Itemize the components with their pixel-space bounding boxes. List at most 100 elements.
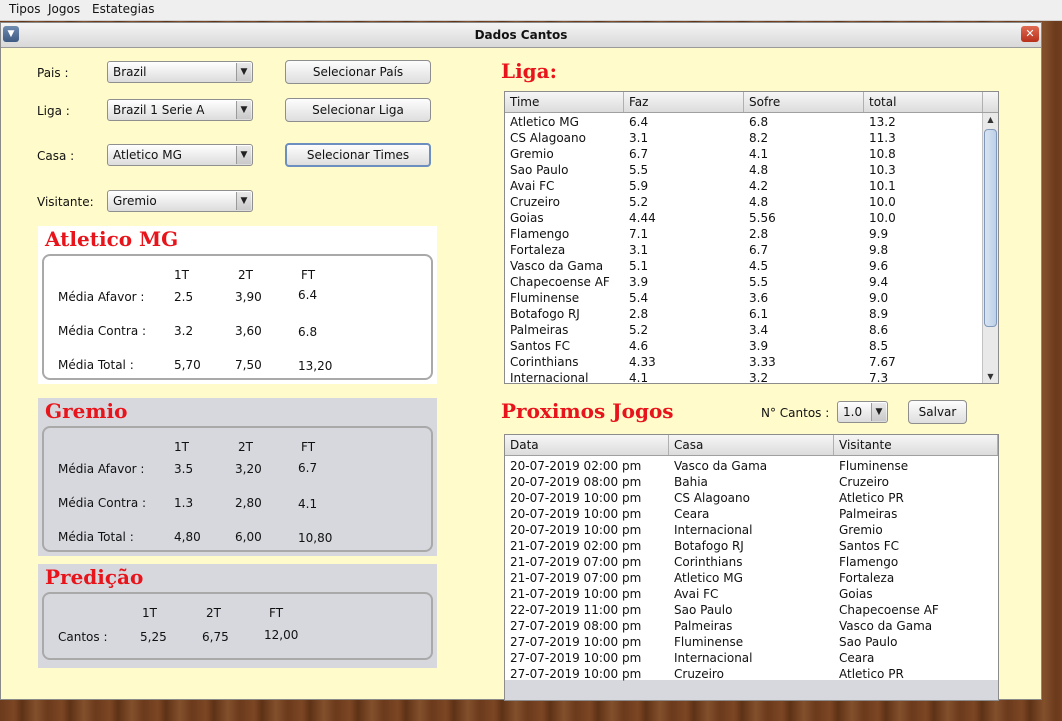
table-cell: 5.2 [629,323,649,337]
away-total-ft: 10,80 [298,531,333,545]
col-data[interactable]: Data [505,435,669,455]
table-row[interactable]: Sao Paulo 5.5 4.8 10.3 [505,162,983,178]
n-cantos-select[interactable]: 1.0 ▼ [837,401,888,423]
table-row[interactable]: Santos FC 4.6 3.9 8.5 [505,338,983,354]
pais-select-value: Brazil [113,65,147,79]
table-cell: 3.1 [629,131,649,145]
selecionar-times-button[interactable]: Selecionar Times [285,143,431,167]
pais-select[interactable]: Brazil ▼ [107,61,253,83]
table-cell: 5.5 [749,275,769,289]
table-cell: 10.0 [869,195,896,209]
table-row[interactable]: Flamengo 7.1 2.8 9.9 [505,226,983,242]
table-cell: Chapecoense AF [839,603,939,617]
table-row[interactable]: Goias 4.44 5.56 10.0 [505,210,983,226]
liga-scrollbar[interactable]: ▲ ▼ [982,113,998,383]
salvar-button[interactable]: Salvar [908,400,967,424]
table-row[interactable]: 21-07-2019 07:00 pm Corinthians Flamengo [505,554,998,570]
table-row[interactable]: Palmeiras 5.2 3.4 8.6 [505,322,983,338]
col-faz[interactable]: Faz [624,92,744,112]
table-row[interactable]: 22-07-2019 11:00 pm Sao Paulo Chapecoense … [505,602,998,618]
table-cell: 8.2 [749,131,769,145]
menu-estategias[interactable]: Estategias [92,2,155,16]
table-cell: Cruzeiro [510,195,560,209]
col-2t: 2T [238,268,253,282]
table-row[interactable]: Vasco da Gama 5.1 4.5 9.6 [505,258,983,274]
away-team-title: Gremio [45,399,128,423]
table-cell: Sao Paulo [674,603,733,617]
table-row[interactable]: 20-07-2019 10:00 pm CS Alagoano Atletico P… [505,490,998,506]
col-casa[interactable]: Casa [669,435,834,455]
col-ft: FT [301,440,316,454]
table-row[interactable]: 27-07-2019 08:00 pm Palmeiras Vasco da Gam… [505,618,998,634]
table-row[interactable]: Gremio 6.7 4.1 10.8 [505,146,983,162]
table-cell: 22-07-2019 11:00 pm [510,603,642,617]
visitante-select[interactable]: Gremio ▼ [107,190,253,212]
table-row[interactable]: 27-07-2019 10:00 pm Fluminense Sao Paulo [505,634,998,650]
table-row[interactable]: Avai FC 5.9 4.2 10.1 [505,178,983,194]
table-cell: 5.56 [749,211,776,225]
table-cell: Atletico PR [839,667,904,681]
table-row[interactable]: Atletico MG 6.4 6.8 13.2 [505,114,983,130]
table-row[interactable]: CS Alagoano 3.1 8.2 11.3 [505,130,983,146]
table-row[interactable]: 27-07-2019 10:00 pm Internacional Ceara [505,650,998,666]
table-cell: 5.4 [629,291,649,305]
table-row[interactable]: 21-07-2019 02:00 pm Botafogo RJ Santos FC [505,538,998,554]
table-cell: 9.9 [869,227,889,241]
table-cell: 6.8 [749,115,769,129]
liga-table[interactable]: Time Faz Sofre total Atletico MG 6.4 6.8 13… [504,91,999,384]
table-cell: 8.9 [869,307,889,321]
col-2t: 2T [238,440,253,454]
media-total-label: Média Total : [58,358,134,372]
table-cell: Atletico MG [510,115,579,129]
col-sofre[interactable]: Sofre [744,92,864,112]
menu-tipos[interactable]: Tipos [9,2,41,16]
window-titlebar[interactable]: ▼ Dados Cantos ✕ [1,23,1041,48]
table-cell: 3.6 [749,291,769,305]
table-row[interactable]: 21-07-2019 07:00 pm Atletico MG Fortaleza [505,570,998,586]
scroll-down-icon[interactable]: ▼ [983,370,998,383]
table-row[interactable]: 21-07-2019 10:00 pm Avai FC Goias [505,586,998,602]
away-total-2t: 6,00 [235,530,262,544]
col-visitante[interactable]: Visitante [834,435,998,455]
col-total[interactable]: total [864,92,983,112]
table-row[interactable]: Fortaleza 3.1 6.7 9.8 [505,242,983,258]
table-cell: CS Alagoano [510,131,586,145]
home-contra-1t: 3.2 [174,324,194,338]
table-row[interactable]: 20-07-2019 10:00 pm Internacional Gremio [505,522,998,538]
table-row[interactable]: Cruzeiro 5.2 4.8 10.0 [505,194,983,210]
table-row[interactable]: 20-07-2019 02:00 pm Vasco da Gama Fluminen… [505,458,998,474]
caret-down-icon: ▼ [236,63,251,81]
table-cell: Gremio [510,147,554,161]
liga-table-header: Time Faz Sofre total [505,92,998,113]
scroll-thumb[interactable] [984,129,997,327]
close-icon[interactable]: ✕ [1021,26,1039,42]
table-row[interactable]: 20-07-2019 10:00 pm Ceara Palmeiras [505,506,998,522]
menu-jogos[interactable]: Jogos [48,2,80,16]
scroll-up-icon[interactable]: ▲ [983,113,998,126]
caret-down-icon: ▼ [236,192,251,210]
table-row[interactable]: Fluminense 5.4 3.6 9.0 [505,290,983,306]
liga-title: Liga: [501,59,557,83]
table-row[interactable]: Corinthians 4.33 3.33 7.67 [505,354,983,370]
dados-cantos-window: ▼ Dados Cantos ✕ Pais : Brazil ▼ Selecio… [0,22,1042,701]
selecionar-liga-button[interactable]: Selecionar Liga [285,98,431,122]
table-cell: 4.8 [749,163,769,177]
table-row[interactable]: 27-07-2019 10:00 pm Cruzeiro Atletico PR [505,666,998,682]
table-cell: 20-07-2019 08:00 pm [510,475,642,489]
table-cell: 21-07-2019 07:00 pm [510,555,642,569]
prediction-2t: 6,75 [202,630,229,644]
table-row[interactable]: 20-07-2019 08:00 pm Bahia Cruzeiro [505,474,998,490]
casa-select[interactable]: Atletico MG ▼ [107,144,253,166]
table-row[interactable]: Internacional 4.1 3.2 7.3 [505,370,983,383]
table-cell: 6.1 [749,307,769,321]
liga-select[interactable]: Brazil 1 Serie A ▼ [107,99,253,121]
table-cell: Avai FC [674,587,719,601]
table-row[interactable]: Botafogo RJ 2.8 6.1 8.9 [505,306,983,322]
col-time[interactable]: Time [505,92,624,112]
table-cell: Palmeiras [674,619,733,633]
n-cantos-label: N° Cantos : [761,406,830,420]
selecionar-pais-button[interactable]: Selecionar País [285,60,431,84]
jogos-table[interactable]: Data Casa Visitante 20-07-2019 02:00 pm V… [504,434,999,701]
table-row[interactable]: Chapecoense AF 3.9 5.5 9.4 [505,274,983,290]
away-afavor-2t: 3,20 [235,462,262,476]
